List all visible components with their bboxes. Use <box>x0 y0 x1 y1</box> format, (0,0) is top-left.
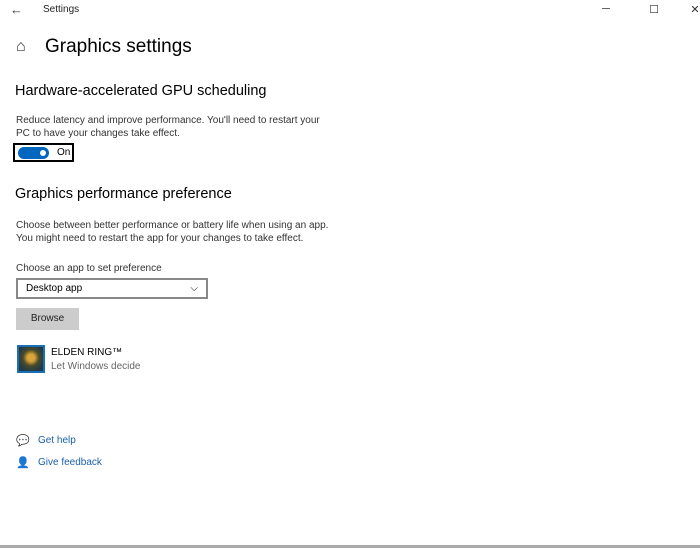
desc-line: Choose between better performance or bat… <box>16 220 329 231</box>
dropdown-value: Desktop app <box>26 283 83 294</box>
back-arrow-icon[interactable]: ← <box>10 2 23 17</box>
toggle-track <box>18 146 49 159</box>
gpu-scheduling-heading: Hardware-accelerated GPU scheduling <box>15 83 267 99</box>
page-title: Graphics settings <box>45 36 192 57</box>
toggle-knob <box>40 149 46 156</box>
desc-line: Reduce latency and improve performance. … <box>16 115 320 126</box>
performance-preference-description: Choose between better performance or bat… <box>16 219 328 245</box>
app-preference: Let Windows decide <box>51 361 141 372</box>
get-help-link[interactable]: Get help <box>38 435 76 446</box>
elden-ring-app-icon[interactable] <box>17 345 45 373</box>
chevron-down-icon: ⌵ <box>190 283 198 294</box>
browse-button[interactable]: Browse <box>16 308 79 330</box>
desc-line: PC to have your changes take effect. <box>16 128 180 139</box>
gpu-scheduling-description: Reduce latency and improve performance. … <box>16 114 320 140</box>
desc-line: You might need to restart the app for yo… <box>16 233 304 244</box>
performance-preference-heading: Graphics performance preference <box>15 186 232 202</box>
feedback-icon: 👤 <box>16 457 30 469</box>
app-name[interactable]: ELDEN RING™ <box>51 347 122 358</box>
maximize-button[interactable]: ☐ <box>644 3 664 16</box>
close-button[interactable]: ✕ <box>688 3 700 16</box>
title-bar: ← Settings ─ ☐ ✕ <box>0 0 700 20</box>
home-icon[interactable]: ⌂ <box>16 38 26 56</box>
app-select-label: Choose an app to set preference <box>16 263 162 274</box>
window-title: Settings <box>43 4 80 15</box>
help-icon: 💬 <box>16 435 30 447</box>
gpu-scheduling-toggle[interactable]: On <box>13 143 74 162</box>
minimize-button[interactable]: ─ <box>596 3 616 15</box>
app-type-dropdown[interactable]: Desktop app ⌵ <box>16 278 208 299</box>
toggle-label: On <box>57 147 71 158</box>
give-feedback-link[interactable]: Give feedback <box>38 457 102 468</box>
